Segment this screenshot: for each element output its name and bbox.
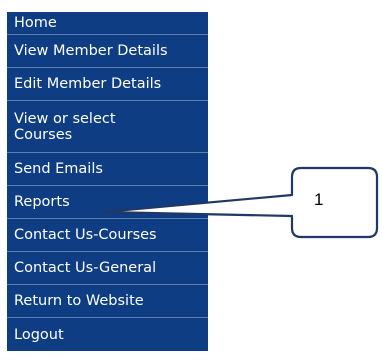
callout-number: 1 [314, 190, 324, 209]
nav-item-logout[interactable]: Logout [7, 318, 208, 351]
nav-item-send-emails[interactable]: Send Emails [7, 153, 208, 186]
nav-item-edit-member-details[interactable]: Edit Member Details [7, 68, 208, 101]
nav-item-reports[interactable]: Reports [7, 186, 208, 219]
nav-item-home[interactable]: Home [7, 12, 208, 35]
side-navigation-menu: Home View Member Details Edit Member Det… [7, 12, 208, 351]
nav-item-contact-us-general[interactable]: Contact Us-General [7, 252, 208, 285]
nav-item-return-to-website[interactable]: Return to Website [7, 285, 208, 318]
nav-item-view-member-details[interactable]: View Member Details [7, 35, 208, 68]
nav-item-contact-us-courses[interactable]: Contact Us-Courses [7, 219, 208, 252]
nav-item-view-or-select-courses[interactable]: View or select Courses [7, 101, 208, 153]
